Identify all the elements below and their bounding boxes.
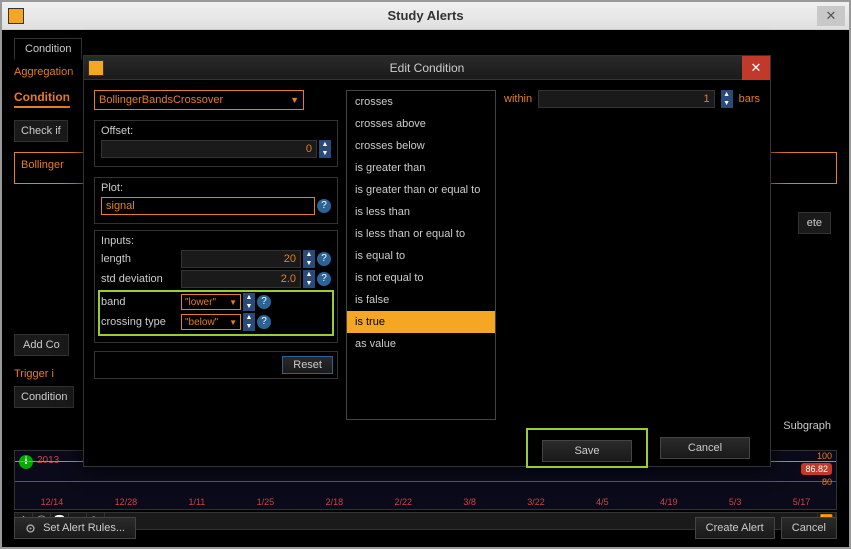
app-icon <box>8 8 24 24</box>
condition-option[interactable]: crosses <box>347 91 495 113</box>
study-config-column: BollingerBandsCrossover ▼ Offset: 0 ▲▼ P… <box>94 90 338 420</box>
offset-label: Offset: <box>101 125 331 137</box>
subgraph-label: Subgraph <box>783 420 831 432</box>
length-label: length <box>101 253 179 265</box>
within-column: within 1 ▲▼ bars <box>504 90 760 420</box>
crossing-label: crossing type <box>101 316 179 328</box>
chevron-down-icon: ▼ <box>290 95 299 105</box>
offset-spinner[interactable]: ▲▼ <box>319 140 331 158</box>
outer-close-button[interactable]: ✕ <box>817 6 845 26</box>
offset-input[interactable]: 0 <box>101 140 317 158</box>
within-input[interactable]: 1 <box>538 90 714 108</box>
plot-input[interactable]: signal <box>101 197 315 215</box>
crossing-spinner[interactable]: ▲▼ <box>243 313 255 331</box>
save-button[interactable]: Save <box>542 440 632 462</box>
stddev-help-icon[interactable]: ? <box>317 272 331 286</box>
condition-option[interactable]: is less than <box>347 201 495 223</box>
within-spinner[interactable]: ▲▼ <box>721 90 733 108</box>
modal-title: Edit Condition <box>390 61 465 75</box>
length-spinner[interactable]: ▲▼ <box>303 250 315 268</box>
modal-app-icon <box>88 60 104 76</box>
plot-help-icon[interactable]: ? <box>317 199 331 213</box>
band-spinner[interactable]: ▲▼ <box>243 293 255 311</box>
band-select[interactable]: "lower"▼ <box>181 294 241 310</box>
edit-condition-modal: Edit Condition ✕ BollingerBandsCrossover… <box>83 55 771 467</box>
modal-cancel-button[interactable]: Cancel <box>660 437 750 459</box>
tab-condition[interactable]: Condition <box>14 38 82 60</box>
chart-dates: 12/1412/281/11 1/252/182/22 3/83/224/5 4… <box>15 497 836 507</box>
chart-scale-top: 100 <box>817 451 832 461</box>
condition-list: crossescrosses abovecrosses belowis grea… <box>346 90 496 420</box>
crossing-help-icon[interactable]: ? <box>257 315 271 329</box>
condition-option[interactable]: is true <box>347 311 495 333</box>
gear-icon <box>25 523 36 534</box>
outer-titlebar: Study Alerts ✕ <box>2 2 849 30</box>
chart-value-badge: 86.82 <box>801 463 832 475</box>
condition-option[interactable]: is false <box>347 289 495 311</box>
stddev-label: std deviation <box>101 273 179 285</box>
outer-cancel-button[interactable]: Cancel <box>781 517 837 539</box>
stddev-input[interactable]: 2.0 <box>181 270 301 288</box>
study-alerts-window: Study Alerts ✕ Condition Aggregation Con… <box>0 0 851 549</box>
info-icon[interactable]: i <box>19 455 33 469</box>
chevron-down-icon: ▼ <box>229 298 237 307</box>
study-select[interactable]: BollingerBandsCrossover ▼ <box>94 90 304 110</box>
crossing-select[interactable]: "below"▼ <box>181 314 241 330</box>
band-help-icon[interactable]: ? <box>257 295 271 309</box>
plot-label: Plot: <box>101 182 331 194</box>
delete-button-partial[interactable]: ete <box>798 212 831 234</box>
inputs-label: Inputs: <box>101 235 331 247</box>
condition-option[interactable]: crosses below <box>347 135 495 157</box>
condition-option[interactable]: is less than or equal to <box>347 223 495 245</box>
set-alert-rules-button[interactable]: Set Alert Rules... <box>14 517 136 539</box>
band-label: band <box>101 296 179 308</box>
reset-button[interactable]: Reset <box>282 356 333 374</box>
condition-option[interactable]: as value <box>347 333 495 355</box>
condition-option[interactable]: crosses above <box>347 113 495 135</box>
save-highlight-box: Save <box>526 428 648 468</box>
condition-option[interactable]: is equal to <box>347 245 495 267</box>
length-help-icon[interactable]: ? <box>317 252 331 266</box>
within-label: within <box>504 93 532 105</box>
length-input[interactable]: 20 <box>181 250 301 268</box>
outer-body: Condition Aggregation Condition Check if… <box>2 30 849 547</box>
check-if-label: Check if <box>14 120 68 142</box>
chart-scale-mid: 80 <box>822 477 832 487</box>
condition-heading: Condition <box>14 90 70 108</box>
study-name-text: Bollinger <box>21 159 64 171</box>
modal-titlebar: Edit Condition ✕ <box>84 56 770 80</box>
condition-option[interactable]: is greater than <box>347 157 495 179</box>
condition-option[interactable]: is greater than or equal to <box>347 179 495 201</box>
condition-option[interactable]: is not equal to <box>347 267 495 289</box>
stddev-spinner[interactable]: ▲▼ <box>303 270 315 288</box>
highlighted-inputs: band "lower"▼ ▲▼ ? crossing type "b <box>98 290 334 336</box>
add-condition-button[interactable]: Add Co <box>14 334 69 356</box>
modal-close-button[interactable]: ✕ <box>742 56 770 80</box>
condition2-label: Condition <box>14 386 74 408</box>
within-unit: bars <box>739 93 760 105</box>
window-title: Study Alerts <box>387 8 463 23</box>
create-alert-button[interactable]: Create Alert <box>695 517 775 539</box>
chevron-down-icon: ▼ <box>229 318 237 327</box>
